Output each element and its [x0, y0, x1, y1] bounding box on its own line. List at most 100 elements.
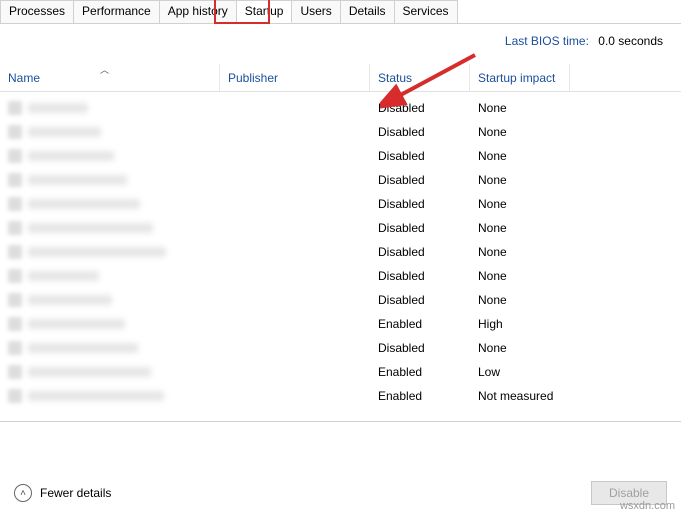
app-icon [8, 173, 22, 187]
cell-name [0, 101, 220, 115]
col-name[interactable]: Name ︿ [0, 64, 220, 91]
fewer-details-button[interactable]: ˄ Fewer details [14, 484, 111, 502]
watermark: wsxdn.com [620, 500, 675, 512]
cell-impact: None [470, 341, 570, 355]
bios-time-label: Last BIOS time: [505, 34, 589, 48]
cell-impact: None [470, 101, 570, 115]
cell-impact: None [470, 125, 570, 139]
footer: ˄ Fewer details Disable [0, 468, 681, 518]
cell-status: Disabled [370, 173, 470, 187]
app-icon [8, 125, 22, 139]
bios-time-row: Last BIOS time: 0.0 seconds [0, 24, 681, 56]
cell-name [0, 341, 220, 355]
cell-impact: High [470, 317, 570, 331]
fewer-details-label: Fewer details [40, 486, 111, 500]
app-name-redacted [28, 199, 140, 209]
app-icon [8, 101, 22, 115]
tab-details[interactable]: Details [340, 0, 395, 23]
sort-indicator-icon: ︿ [100, 63, 109, 76]
app-icon [8, 197, 22, 211]
col-publisher[interactable]: Publisher [220, 64, 370, 91]
table-row[interactable]: DisabledNone [0, 288, 681, 312]
table-row[interactable]: DisabledNone [0, 192, 681, 216]
cell-name [0, 245, 220, 259]
cell-impact: Low [470, 365, 570, 379]
cell-name [0, 317, 220, 331]
app-name-redacted [28, 127, 101, 137]
cell-status: Enabled [370, 365, 470, 379]
cell-name [0, 125, 220, 139]
cell-status: Disabled [370, 101, 470, 115]
cell-status: Disabled [370, 293, 470, 307]
app-name-redacted [28, 175, 127, 185]
table-row[interactable]: DisabledNone [0, 216, 681, 240]
app-name-redacted [28, 103, 88, 113]
tab-performance[interactable]: Performance [73, 0, 160, 23]
app-icon [8, 341, 22, 355]
col-name-label: Name [8, 71, 40, 85]
cell-name [0, 269, 220, 283]
app-icon [8, 389, 22, 403]
cell-impact: None [470, 245, 570, 259]
cell-impact: None [470, 221, 570, 235]
app-icon [8, 149, 22, 163]
table-row[interactable]: EnabledNot measured [0, 384, 681, 408]
startup-list[interactable]: DisabledNoneDisabledNoneDisabledNoneDisa… [0, 92, 681, 422]
app-icon [8, 317, 22, 331]
table-row[interactable]: DisabledNone [0, 120, 681, 144]
cell-name [0, 221, 220, 235]
tab-strip: Processes Performance App history Startu… [0, 0, 681, 24]
cell-status: Disabled [370, 149, 470, 163]
column-headers: Name ︿ Publisher Status Startup impact [0, 64, 681, 92]
cell-status: Disabled [370, 221, 470, 235]
cell-impact: None [470, 173, 570, 187]
cell-impact: None [470, 149, 570, 163]
cell-impact: Not measured [470, 389, 570, 403]
app-name-redacted [28, 319, 125, 329]
app-name-redacted [28, 223, 153, 233]
table-row[interactable]: DisabledNone [0, 144, 681, 168]
tab-app-history[interactable]: App history [159, 0, 237, 23]
app-icon [8, 269, 22, 283]
app-name-redacted [28, 151, 114, 161]
table-row[interactable]: EnabledLow [0, 360, 681, 384]
app-name-redacted [28, 247, 166, 257]
cell-name [0, 389, 220, 403]
cell-name [0, 197, 220, 211]
col-status[interactable]: Status [370, 64, 470, 91]
table-row[interactable]: EnabledHigh [0, 312, 681, 336]
cell-name [0, 173, 220, 187]
app-name-redacted [28, 343, 138, 353]
table-row[interactable]: DisabledNone [0, 240, 681, 264]
table-row[interactable]: DisabledNone [0, 96, 681, 120]
tab-services[interactable]: Services [394, 0, 458, 23]
app-icon [8, 221, 22, 235]
tab-startup[interactable]: Startup [236, 0, 293, 23]
cell-status: Enabled [370, 317, 470, 331]
chevron-up-icon: ˄ [14, 484, 32, 502]
tab-users[interactable]: Users [291, 0, 340, 23]
cell-name [0, 293, 220, 307]
cell-status: Disabled [370, 269, 470, 283]
table-row[interactable]: DisabledNone [0, 168, 681, 192]
cell-status: Disabled [370, 341, 470, 355]
app-icon [8, 293, 22, 307]
app-name-redacted [28, 295, 112, 305]
table-row[interactable]: DisabledNone [0, 264, 681, 288]
app-icon [8, 245, 22, 259]
table-row[interactable]: DisabledNone [0, 336, 681, 360]
tab-processes[interactable]: Processes [0, 0, 74, 23]
cell-status: Disabled [370, 197, 470, 211]
col-impact[interactable]: Startup impact [470, 64, 570, 91]
cell-impact: None [470, 197, 570, 211]
cell-status: Disabled [370, 245, 470, 259]
cell-name [0, 365, 220, 379]
cell-status: Enabled [370, 389, 470, 403]
cell-status: Disabled [370, 125, 470, 139]
cell-impact: None [470, 269, 570, 283]
bios-time-value: 0.0 seconds [598, 34, 663, 48]
app-name-redacted [28, 391, 164, 401]
cell-impact: None [470, 293, 570, 307]
app-name-redacted [28, 367, 151, 377]
app-icon [8, 365, 22, 379]
